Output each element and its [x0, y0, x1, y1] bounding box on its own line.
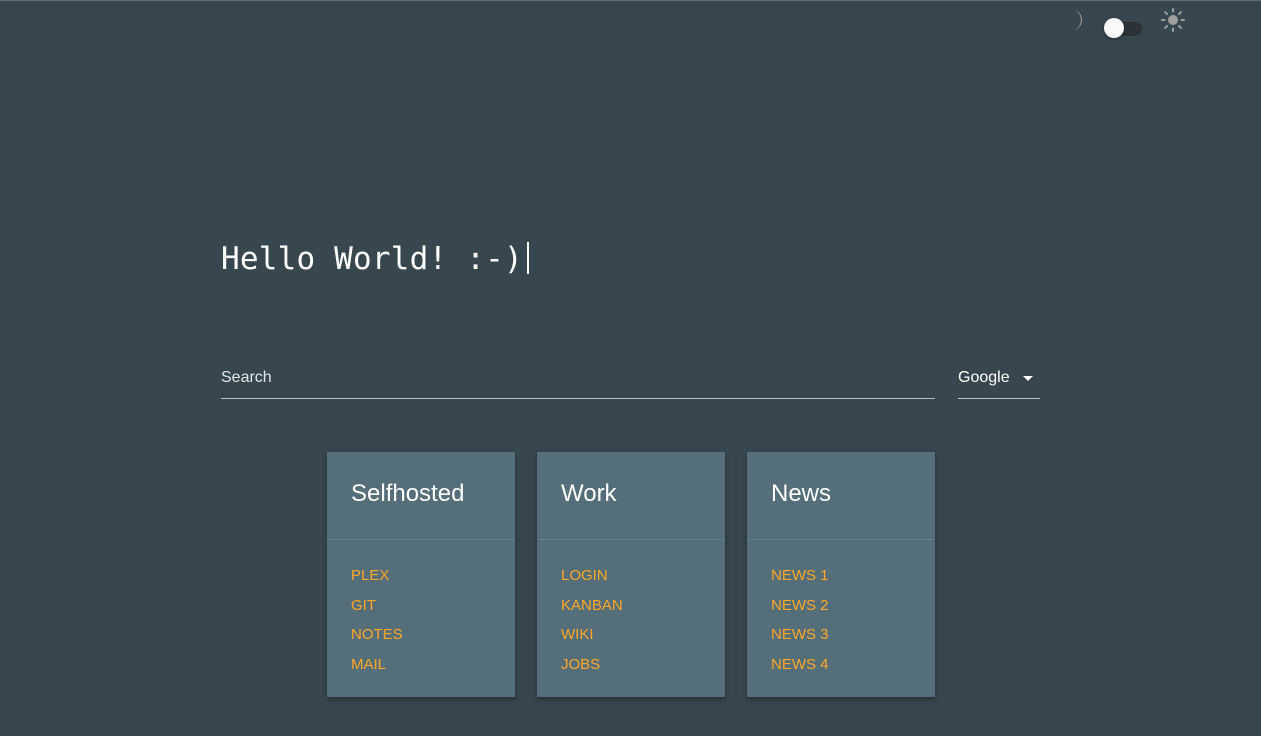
link-news-2[interactable]: NEWS 2 — [771, 597, 829, 614]
link-git[interactable]: GIT — [351, 597, 376, 614]
link-news-1[interactable]: NEWS 1 — [771, 567, 829, 584]
theme-switch — [1066, 7, 1190, 38]
moon-icon — [1066, 9, 1086, 31]
link-news-4[interactable]: NEWS 4 — [771, 656, 829, 673]
greeting-text: Hello World! :-) — [221, 241, 523, 277]
link-notes[interactable]: NOTES — [351, 626, 403, 643]
link-news-3[interactable]: NEWS 3 — [771, 626, 829, 643]
search-input[interactable] — [221, 359, 935, 397]
card-header: Selfhosted — [327, 452, 515, 540]
card-link-list: PLEX GIT NOTES MAIL — [327, 540, 515, 685]
theme-toggle[interactable] — [1104, 17, 1142, 38]
sun-icon — [1160, 7, 1186, 33]
card-title: Selfhosted — [351, 480, 465, 507]
link-login[interactable]: LOGIN — [561, 567, 608, 584]
greeting: Hello World! :-) — [221, 241, 529, 277]
card-header: News — [747, 452, 935, 540]
chevron-down-icon — [1023, 376, 1033, 381]
link-jobs[interactable]: JOBS — [561, 656, 600, 673]
typing-caret — [526, 242, 529, 274]
card-header: Work — [537, 452, 725, 540]
card-selfhosted: Selfhosted PLEX GIT NOTES MAIL — [327, 452, 515, 697]
card-title: News — [771, 480, 832, 507]
toggle-knob[interactable] — [1104, 18, 1124, 38]
card-link-list: LOGIN KANBAN WIKI JOBS — [537, 540, 725, 685]
card-link-list: NEWS 1 NEWS 2 NEWS 3 NEWS 4 — [747, 540, 935, 685]
link-plex[interactable]: PLEX — [351, 567, 389, 584]
card-title: Work — [561, 480, 617, 507]
search-engine-label: Google — [958, 369, 1010, 386]
search-field — [221, 359, 935, 399]
link-mail[interactable]: MAIL — [351, 656, 386, 673]
link-kanban[interactable]: KANBAN — [561, 597, 623, 614]
link-wiki[interactable]: WIKI — [561, 626, 594, 643]
search-engine-select[interactable]: Google — [958, 359, 1040, 399]
card-work: Work LOGIN KANBAN WIKI JOBS — [537, 452, 725, 697]
card-news: News NEWS 1 NEWS 2 NEWS 3 NEWS 4 — [747, 452, 935, 697]
